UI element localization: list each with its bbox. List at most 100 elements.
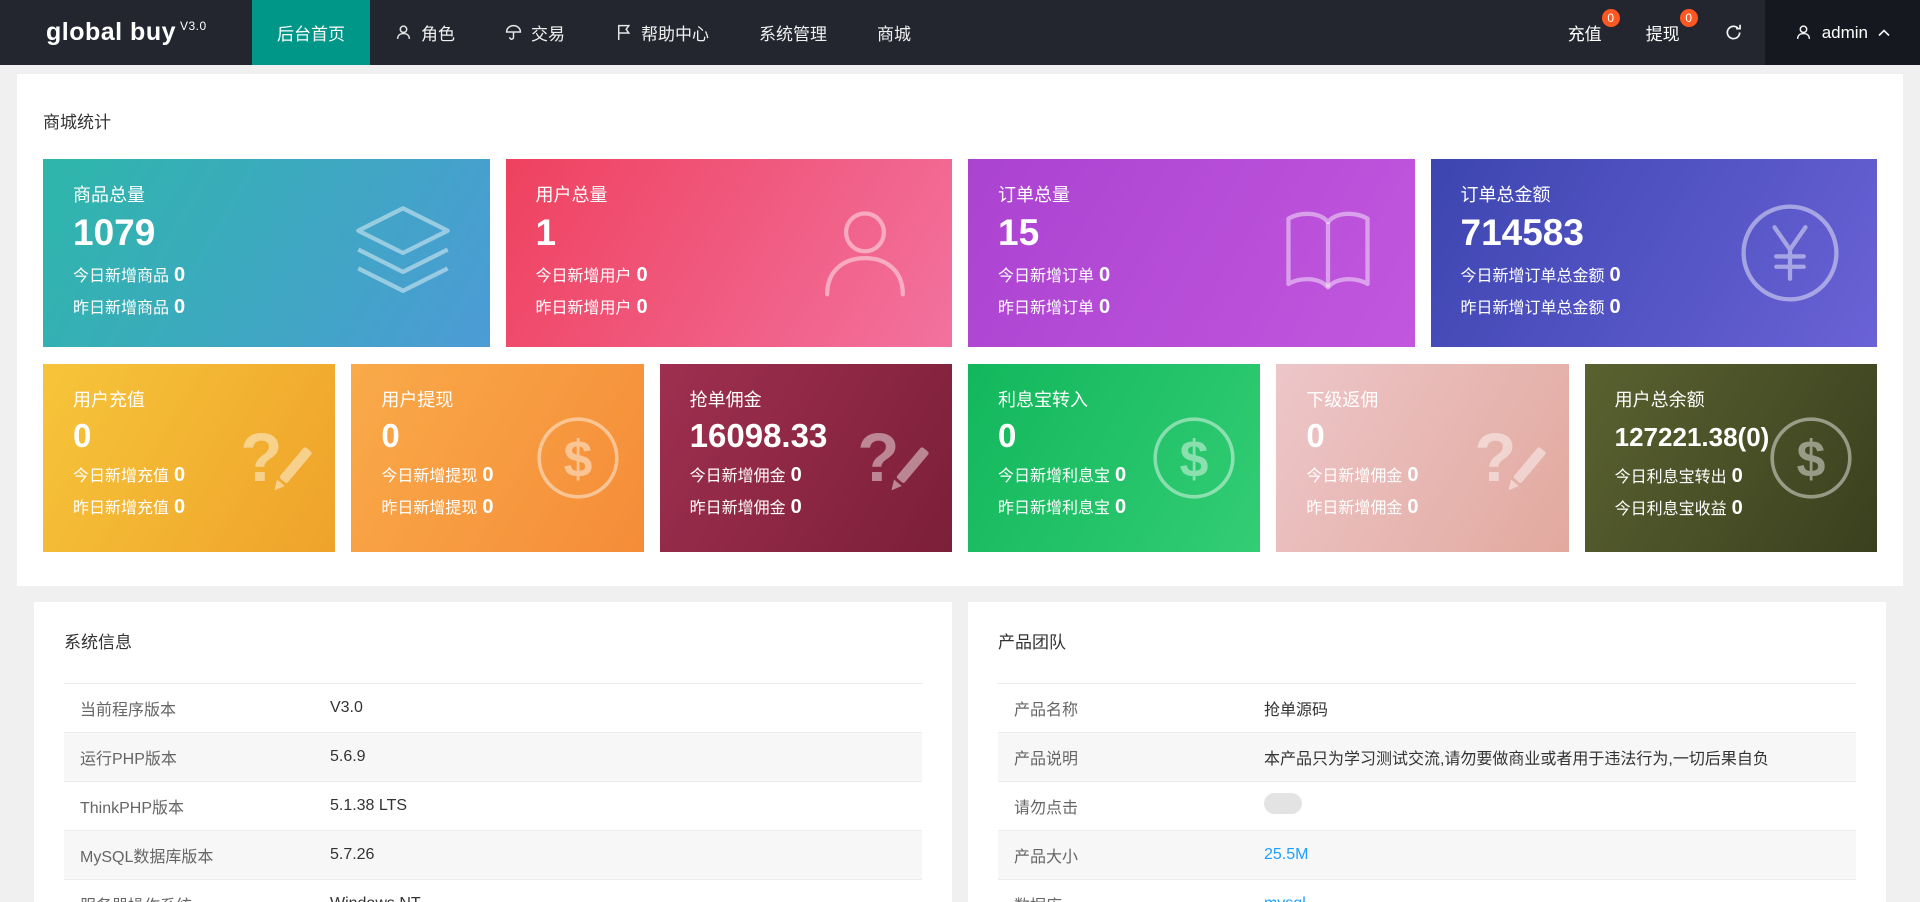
stat-card-interest-in: 利息宝转入 0 今日新增利息宝0 昨日新增利息宝0 $ — [968, 364, 1260, 552]
card-yesterday-line: 昨日新增利息宝 0 — [998, 494, 1230, 519]
row-label: 运行PHP版本 — [64, 735, 330, 779]
card-line-label: 昨日新增用户 — [536, 300, 632, 317]
nav-item-label: 交易 — [531, 20, 565, 45]
table-row: 产品说明 本产品只为学习测试交流,请勿要做商业或者用于违法行为,一切后果自负 — [998, 733, 1856, 782]
withdraw-badge: 0 — [1680, 9, 1698, 27]
table-row: 请勿点击 — [998, 782, 1856, 831]
card-line-value: 0 — [482, 464, 493, 486]
card-title: 订单总金额 — [1461, 181, 1848, 207]
card-line-label: 今日新增利息宝 — [998, 468, 1110, 485]
card-title: 用户提现 — [381, 386, 613, 412]
stat-card-user-recharge: 用户充值 0 今日新增充值0 昨日新增充值0 ? — [43, 364, 335, 552]
card-today-line: 今日新增佣金0 — [1306, 462, 1538, 487]
do-not-click-badge[interactable] — [1264, 793, 1302, 814]
product-team-title: 产品团队 — [998, 628, 1856, 653]
row-label: 产品大小 — [998, 833, 1264, 877]
nav-item-label: 角色 — [421, 20, 455, 45]
card-line-value: 0 — [791, 464, 802, 486]
nav-item-dashboard[interactable]: 后台首页 — [252, 0, 370, 65]
card-line-label: 昨日新增利息宝 — [998, 500, 1110, 517]
card-yesterday-line: 昨日新增用户0 — [536, 294, 923, 319]
card-value: 0 — [73, 417, 305, 455]
card-value: 714583 — [1461, 212, 1848, 255]
card-today-line: 今日利息宝转出 0 — [1615, 463, 1847, 488]
refresh-button[interactable] — [1702, 0, 1765, 65]
logo-version: V3.0 — [180, 19, 207, 33]
card-title: 用户充值 — [73, 386, 305, 412]
card-today-line: 今日新增商品0 — [73, 262, 460, 287]
nav-item-mall[interactable]: 商城 — [852, 0, 936, 65]
table-row: 运行PHP版本 5.6.9 — [64, 733, 922, 782]
card-line-label: 今日新增订单总金额 — [1461, 268, 1605, 285]
nav-item-trade[interactable]: 交易 — [480, 0, 590, 65]
stat-card-order-amount: 订单总金额 714583 今日新增订单总金额0 昨日新增订单总金额0 — [1431, 159, 1878, 347]
row-label: MySQL数据库版本 — [64, 833, 330, 877]
card-line-value: 0 — [637, 264, 648, 286]
row-label: ThinkPHP版本 — [64, 784, 330, 828]
card-line-value: 0 — [1099, 296, 1110, 318]
card-line-value: 0 — [1732, 465, 1743, 487]
main-menu: 后台首页 角色 交易 帮助中心 系统管理 商城 — [252, 0, 936, 65]
row-value: V3.0 — [330, 689, 379, 727]
recharge-label: 充值 — [1568, 20, 1602, 45]
card-line-value: 0 — [1732, 497, 1743, 519]
row-value: Windows NT — [330, 885, 437, 902]
card-yesterday-line: 昨日新增充值0 — [73, 494, 305, 519]
stat-card-goods-total: 商品总量 1079 今日新增商品0 昨日新增商品0 — [43, 159, 490, 347]
recharge-button[interactable]: 充值 0 — [1546, 0, 1624, 65]
card-value: 0 — [998, 417, 1230, 455]
nav-item-help-center[interactable]: 帮助中心 — [590, 0, 734, 65]
product-size-link[interactable]: 25.5M — [1264, 836, 1324, 874]
card-line-label: 今日新增佣金 — [690, 468, 786, 485]
system-info-table: 当前程序版本 V3.0 运行PHP版本 5.6.9 ThinkPHP版本 5.1… — [64, 683, 922, 902]
mall-statistics-title: 商城统计 — [17, 74, 1903, 133]
stat-card-user-withdraw: 用户提现 0 今日新增提现0 昨日新增提现0 $ — [351, 364, 643, 552]
stat-card-sub-rebate: 下级返佣 0 今日新增佣金0 昨日新增佣金0 ? — [1276, 364, 1568, 552]
row-label: 数据库 — [998, 882, 1264, 902]
card-value: 1 — [536, 212, 923, 255]
card-yesterday-line: 昨日新增订单0 — [998, 294, 1385, 319]
table-row: 当前程序版本 V3.0 — [64, 684, 922, 733]
row-value: 5.1.38 LTS — [330, 787, 423, 825]
withdraw-label: 提现 — [1646, 20, 1680, 45]
table-row: 服务器操作系统 Windows NT — [64, 880, 922, 902]
caret-up-icon — [1878, 29, 1890, 37]
stat-card-orders-total: 订单总量 15 今日新增订单0 昨日新增订单0 — [968, 159, 1415, 347]
app-logo[interactable]: global buy V3.0 — [0, 0, 252, 65]
card-title: 用户总余额 — [1615, 386, 1847, 412]
username: admin — [1822, 23, 1868, 43]
card-line-label: 昨日新增商品 — [73, 300, 169, 317]
row-value — [1264, 783, 1318, 829]
refresh-icon — [1724, 23, 1743, 42]
database-link[interactable]: mysql — [1264, 885, 1322, 902]
flag-icon — [615, 24, 632, 41]
row-label: 服务器操作系统 — [64, 882, 330, 902]
user-icon — [1795, 24, 1812, 41]
card-line-label: 今日利息宝转出 — [1615, 469, 1727, 486]
card-line-label: 昨日新增充值 — [73, 500, 169, 517]
nav-item-system-manage[interactable]: 系统管理 — [734, 0, 852, 65]
card-yesterday-line: 昨日新增佣金0 — [690, 494, 922, 519]
card-today-line: 今日新增订单总金额0 — [1461, 262, 1848, 287]
card-line-label: 今日新增充值 — [73, 468, 169, 485]
card-today-line: 今日新增提现0 — [381, 462, 613, 487]
card-value: 15 — [998, 212, 1385, 255]
card-yesterday-line: 昨日新增订单总金额0 — [1461, 294, 1848, 319]
card-line-label: 昨日新增提现 — [381, 500, 477, 517]
card-yesterday-line: 昨日新增商品0 — [73, 294, 460, 319]
stat-card-grab-commission: 抢单佣金 16098.33 今日新增佣金0 昨日新增佣金0 ? — [660, 364, 952, 552]
product-team-table: 产品名称 抢单源码 产品说明 本产品只为学习测试交流,请勿要做商业或者用于违法行… — [998, 683, 1856, 902]
card-line-value: 0 — [1115, 496, 1126, 518]
card-today-line: 今日新增佣金 0 — [690, 462, 922, 487]
stat-card-user-balance: 用户总余额 127221.38(0) 今日利息宝转出0 今日利息宝收益0 $ — [1585, 364, 1877, 552]
stats-row-2: 用户充值 0 今日新增充值0 昨日新增充值0 ? 用户提现 0 今日新增提现0 … — [17, 364, 1903, 552]
table-row: 产品名称 抢单源码 — [998, 684, 1856, 733]
card-today-line: 今日新增用户0 — [536, 262, 923, 287]
card-line-value: 0 — [1407, 496, 1418, 518]
withdraw-button[interactable]: 提现 0 — [1624, 0, 1702, 65]
user-menu[interactable]: admin — [1765, 0, 1920, 65]
recharge-badge: 0 — [1602, 9, 1620, 27]
nav-item-roles[interactable]: 角色 — [370, 0, 480, 65]
card-line-value: 0 — [1407, 464, 1418, 486]
card-line-value: 0 — [791, 496, 802, 518]
